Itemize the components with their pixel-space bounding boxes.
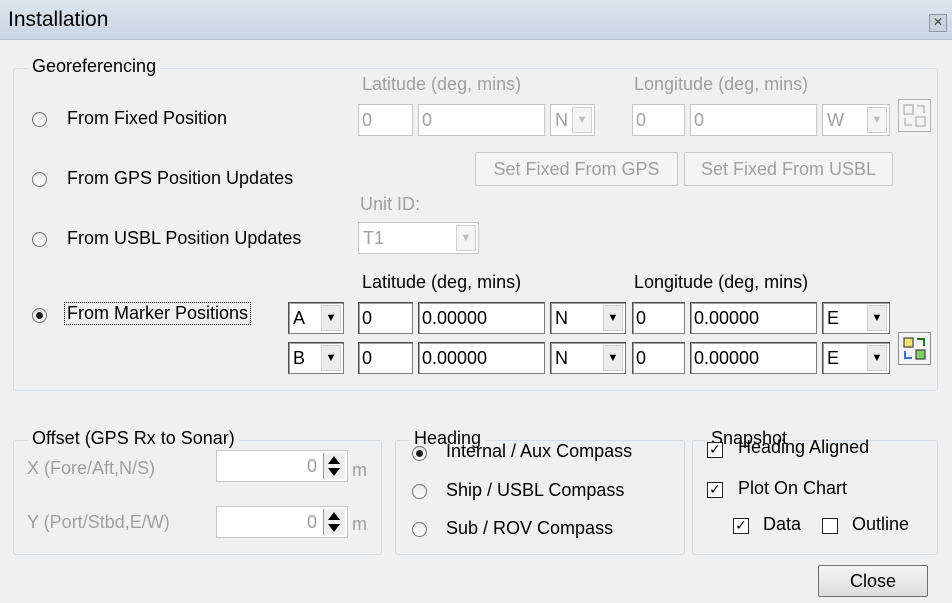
marker-b-lat-hemisphere-value: N (555, 348, 568, 368)
spin-down-icon[interactable] (328, 524, 340, 532)
ship-usbl-compass-label[interactable]: Ship / USBL Compass (446, 480, 624, 501)
marker-b-lon-min-input[interactable]: 0.00000 (690, 342, 817, 374)
marker-b-lat-min-input[interactable]: 0.00000 (418, 342, 545, 374)
close-window-icon[interactable]: ✕ (929, 14, 947, 32)
marker-a-lat-hemisphere-value: N (555, 308, 568, 328)
unit-id-select[interactable]: T1 ▼ (358, 222, 479, 254)
fixed-lon-hemisphere-select[interactable]: W ▼ (822, 104, 890, 136)
spin-down-icon[interactable] (328, 468, 340, 476)
chevron-down-icon[interactable]: ▼ (456, 225, 476, 251)
from-usbl-position-radio[interactable] (32, 232, 47, 247)
unit-id-value: T1 (363, 228, 385, 248)
marker-a-lon-min-input[interactable]: 0.00000 (690, 302, 817, 334)
marker-a-lat-min-input[interactable]: 0.00000 (418, 302, 545, 334)
chevron-down-icon[interactable]: ▼ (603, 305, 623, 331)
unit-id-label: Unit ID: (360, 194, 421, 214)
installation-dialog: Installation ✕ Georeferencing Latitude (… (0, 0, 952, 603)
marker-a-lon-deg-input[interactable]: 0 (632, 302, 685, 334)
marker-a-select[interactable]: A ▼ (288, 302, 344, 334)
marker-b-value: B (293, 348, 306, 368)
offset-y-label: Y (Port/Stbd,E/W) (27, 512, 170, 532)
swap-arrows-icon (903, 337, 926, 360)
from-gps-position-label[interactable]: From GPS Position Updates (67, 168, 293, 189)
offset-x-stepper[interactable]: 0 (216, 450, 348, 482)
from-marker-positions-radio[interactable] (32, 308, 47, 323)
heading-aligned-checkbox[interactable]: ✓ (707, 442, 723, 458)
georeferencing-legend: Georeferencing (28, 56, 161, 77)
latitude-header-marker: Latitude (deg, mins) (362, 272, 522, 292)
offset-x-label: X (Fore/Aft,N/S) (27, 458, 156, 478)
swap-markers-button[interactable] (898, 332, 931, 365)
chevron-down-icon[interactable]: ▼ (867, 345, 887, 371)
swap-positions-button-disabled[interactable] (898, 99, 931, 132)
fixed-lon-min-input[interactable]: 0 (690, 104, 817, 136)
heading-aligned-label[interactable]: Heading Aligned (738, 437, 869, 458)
from-fixed-position-radio[interactable] (32, 112, 47, 127)
fixed-lat-min-input[interactable]: 0 (418, 104, 545, 136)
offset-x-unit: m (352, 460, 367, 480)
chevron-down-icon[interactable]: ▼ (603, 345, 623, 371)
marker-b-select[interactable]: B ▼ (288, 342, 344, 374)
latitude-header-fixed: Latitude (deg, mins) (362, 74, 522, 94)
offset-x-spin-buttons[interactable] (323, 453, 345, 479)
chevron-down-icon[interactable]: ▼ (572, 107, 592, 133)
swap-arrows-icon (903, 104, 926, 127)
fixed-lon-deg-input[interactable]: 0 (632, 104, 685, 136)
marker-a-lon-hemisphere-value: E (827, 308, 840, 328)
title-bar: Installation ✕ (0, 0, 952, 40)
from-marker-positions-label[interactable]: From Marker Positions (64, 302, 252, 325)
marker-b-lon-deg-input[interactable]: 0 (632, 342, 685, 374)
set-fixed-from-gps-button[interactable]: Set Fixed From GPS (475, 152, 678, 186)
marker-a-lat-hemisphere-select[interactable]: N ▼ (550, 302, 626, 334)
chevron-down-icon[interactable]: ▼ (321, 305, 341, 331)
marker-a-value: A (293, 308, 306, 328)
longitude-header-fixed: Longitude (deg, mins) (634, 74, 809, 94)
longitude-header-marker: Longitude (deg, mins) (634, 272, 809, 292)
sub-rov-compass-label[interactable]: Sub / ROV Compass (446, 518, 613, 539)
data-checkbox[interactable]: ✓ (733, 518, 749, 534)
marker-b-lon-hemisphere-select[interactable]: E ▼ (822, 342, 890, 374)
chevron-down-icon[interactable]: ▼ (321, 345, 341, 371)
from-usbl-position-label[interactable]: From USBL Position Updates (67, 228, 301, 249)
window-title: Installation (8, 8, 109, 31)
fixed-lon-hemisphere-value: W (827, 110, 844, 130)
outline-label[interactable]: Outline (852, 514, 909, 535)
spin-up-icon[interactable] (328, 512, 340, 520)
marker-a-lat-deg-input[interactable]: 0 (358, 302, 413, 334)
ship-usbl-compass-radio[interactable] (412, 484, 427, 499)
fixed-lat-hemisphere-value: N (555, 110, 568, 130)
marker-b-lat-deg-input[interactable]: 0 (358, 342, 413, 374)
from-gps-position-radio[interactable] (32, 172, 47, 187)
fixed-lat-deg-input[interactable]: 0 (358, 104, 413, 136)
marker-b-lat-hemisphere-select[interactable]: N ▼ (550, 342, 626, 374)
set-fixed-from-usbl-button[interactable]: Set Fixed From USBL (684, 152, 893, 186)
from-fixed-position-label[interactable]: From Fixed Position (67, 108, 227, 129)
offset-y-unit: m (352, 514, 367, 534)
offset-legend: Offset (GPS Rx to Sonar) (28, 428, 239, 449)
offset-y-value: 0 (306, 512, 317, 532)
data-label[interactable]: Data (763, 514, 801, 535)
plot-on-chart-label[interactable]: Plot On Chart (738, 478, 847, 499)
sub-rov-compass-radio[interactable] (412, 522, 427, 537)
close-button[interactable]: Close (818, 565, 928, 597)
offset-y-spin-buttons[interactable] (323, 509, 345, 535)
marker-a-lon-hemisphere-select[interactable]: E ▼ (822, 302, 890, 334)
internal-aux-compass-radio[interactable] (412, 446, 427, 461)
chevron-down-icon[interactable]: ▼ (867, 305, 887, 331)
plot-on-chart-checkbox[interactable]: ✓ (707, 482, 723, 498)
spin-up-icon[interactable] (328, 456, 340, 464)
internal-aux-compass-label[interactable]: Internal / Aux Compass (446, 441, 632, 462)
offset-y-stepper[interactable]: 0 (216, 506, 348, 538)
fixed-lat-hemisphere-select[interactable]: N ▼ (550, 104, 595, 136)
marker-b-lon-hemisphere-value: E (827, 348, 840, 368)
outline-checkbox[interactable] (822, 518, 838, 534)
offset-x-value: 0 (306, 456, 317, 476)
chevron-down-icon[interactable]: ▼ (867, 107, 887, 133)
